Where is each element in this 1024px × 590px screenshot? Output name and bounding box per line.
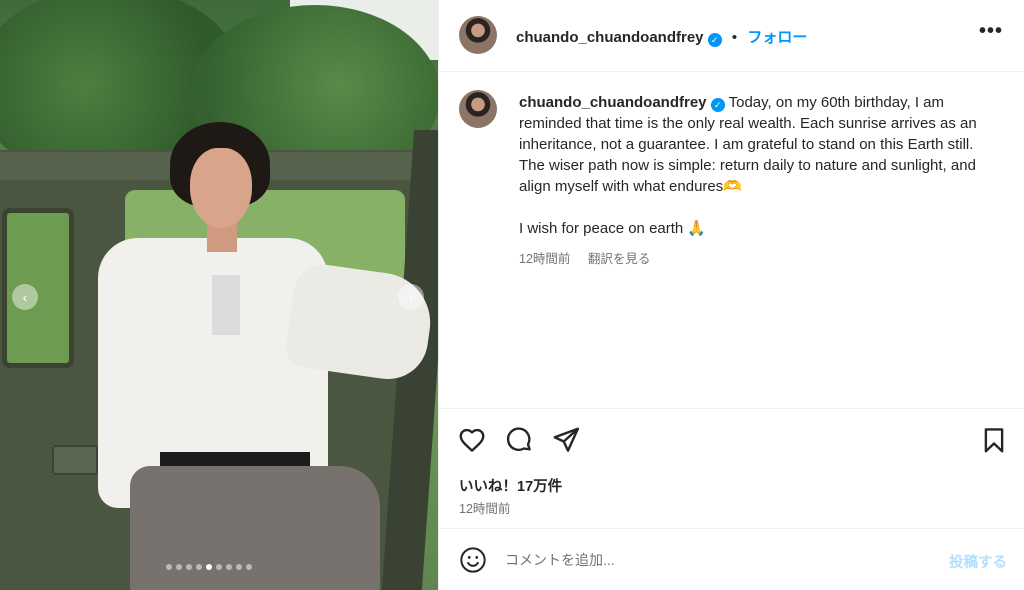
caption-avatar[interactable] bbox=[459, 90, 497, 128]
carousel-dot bbox=[196, 564, 202, 570]
caption: chuando_chuandoandfrey ✓ Today, on my 60… bbox=[519, 92, 989, 260]
carousel-dot bbox=[226, 564, 232, 570]
post-header: chuando_chuandoandfrey ✓ • フォロー ••• bbox=[439, 0, 1024, 72]
carousel-dot bbox=[246, 564, 252, 570]
photo-jeep-window-left bbox=[2, 208, 74, 368]
header-separator: • bbox=[731, 29, 738, 46]
caption-text-2: I wish for peace on earth 🙏 bbox=[519, 220, 707, 237]
comment-input[interactable] bbox=[505, 548, 905, 572]
action-bar: いいね！17万件 12時間前 bbox=[439, 408, 1024, 528]
header-user-line: chuando_chuandoandfrey ✓ • フォロー bbox=[516, 26, 807, 47]
post-photo[interactable]: ‹ › bbox=[0, 0, 438, 590]
caption-meta: 12時間前 翻訳を見る bbox=[519, 248, 650, 267]
photo-person-tee bbox=[212, 275, 240, 335]
avatar[interactable] bbox=[459, 16, 497, 54]
carousel-dot bbox=[216, 564, 222, 570]
post-detail-panel: chuando_chuandoandfrey ✓ • フォロー ••• chua… bbox=[438, 0, 1024, 590]
photo-jeep-handle bbox=[52, 445, 98, 475]
caption-timestamp: 12時間前 bbox=[519, 252, 571, 266]
post-comment-button[interactable]: 投稿する bbox=[949, 551, 1007, 572]
verified-badge-icon: ✓ bbox=[707, 33, 722, 47]
carousel-prev-button[interactable]: ‹ bbox=[12, 284, 38, 310]
carousel-next-button[interactable]: › bbox=[398, 284, 424, 310]
carousel-indicator bbox=[166, 564, 252, 570]
likes-count[interactable]: いいね！17万件 bbox=[459, 475, 562, 496]
carousel-dot bbox=[236, 564, 242, 570]
comment-icon[interactable] bbox=[504, 425, 534, 455]
follow-button[interactable]: フォロー bbox=[747, 29, 807, 46]
photo-person-pants bbox=[130, 466, 380, 590]
heart-icon[interactable] bbox=[457, 425, 487, 455]
carousel-dot bbox=[206, 564, 212, 570]
send-icon[interactable] bbox=[551, 425, 581, 455]
carousel-dot bbox=[186, 564, 192, 570]
photo-person-face bbox=[190, 148, 252, 228]
bookmark-icon[interactable] bbox=[979, 425, 1009, 455]
caption-username-link[interactable]: chuando_chuandoandfrey bbox=[519, 94, 707, 111]
comment-bar: 投稿する bbox=[439, 528, 1024, 590]
header-username-link[interactable]: chuando_chuandoandfrey bbox=[516, 29, 704, 46]
post-timestamp[interactable]: 12時間前 bbox=[459, 498, 510, 517]
emoji-icon[interactable] bbox=[459, 546, 487, 574]
more-options-icon[interactable]: ••• bbox=[979, 20, 1003, 43]
carousel-dot bbox=[176, 564, 182, 570]
carousel-dot bbox=[166, 564, 172, 570]
caption-verified-badge-icon: ✓ bbox=[710, 98, 725, 112]
translate-link[interactable]: 翻訳を見る bbox=[588, 252, 651, 266]
